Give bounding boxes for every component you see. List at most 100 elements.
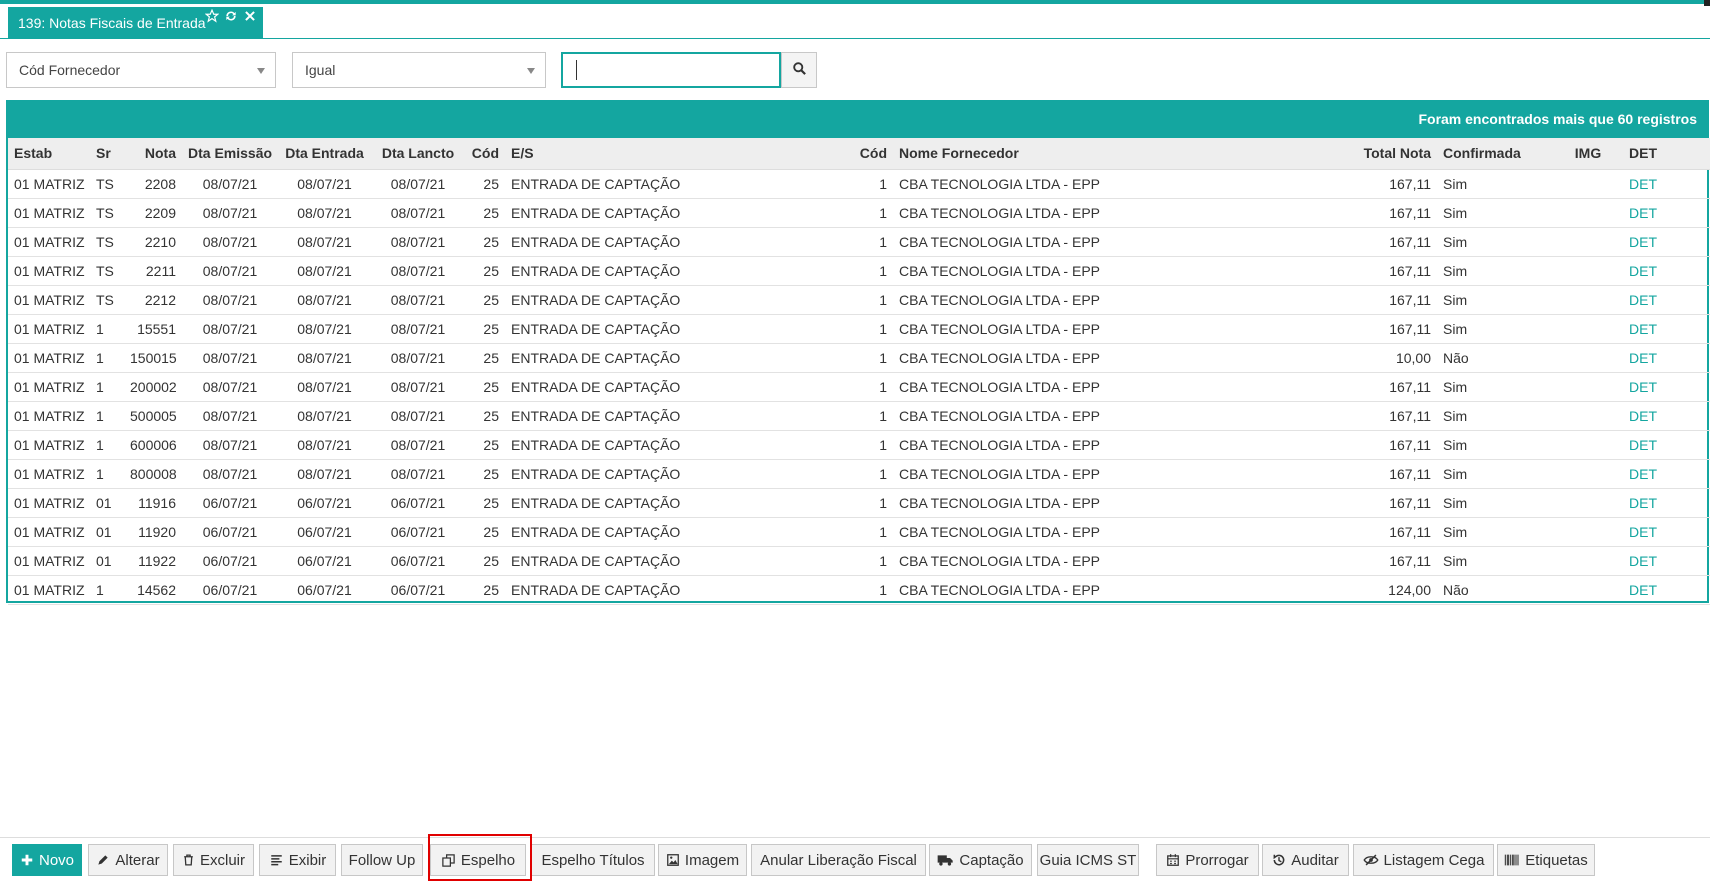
col-header-dta-lancto[interactable]: Dta Lancto [371,138,465,170]
filter-operator-value: Igual [305,62,336,78]
cell-dta-emissao: 06/07/21 [182,488,278,518]
cell-total-nota: 167,11 [1341,430,1437,460]
cell-img [1553,227,1623,257]
cell-total-nota: 167,11 [1341,169,1437,199]
col-header-nome-fornecedor[interactable]: Nome Fornecedor [893,138,1341,170]
table-row[interactable]: 01 MATRIZ 01 11922 06/07/21 06/07/21 06/07/21… [8,546,1710,576]
cell-det[interactable]: DET [1623,227,1710,257]
cell-confirmada: Sim [1437,198,1553,228]
col-header-total-nota[interactable]: Total Nota [1341,138,1437,170]
follow-up-button[interactable]: Follow Up [341,844,423,876]
button-label: Follow Up [348,851,416,869]
cell-det[interactable]: DET [1623,430,1710,460]
image-icon [666,853,680,867]
col-header-cod-fornecedor[interactable]: Cód [839,138,893,170]
espelho-titulos-button[interactable]: Espelho Títulos [531,844,655,876]
col-header-es[interactable]: E/S [505,138,839,170]
table-row[interactable]: 01 MATRIZ 01 11916 06/07/21 06/07/21 06/07/21… [8,488,1710,518]
table-row[interactable]: 01 MATRIZ 1 800008 08/07/21 08/07/21 08/07/21… [8,459,1710,489]
cell-dta-emissao: 08/07/21 [182,285,278,315]
cell-det[interactable]: DET [1623,372,1710,402]
cell-img [1553,488,1623,518]
search-button[interactable] [781,52,817,88]
cell-dta-entrada: 08/07/21 [278,256,371,286]
prorrogar-button[interactable]: Prorrogar [1156,844,1259,876]
novo-button[interactable]: Novo [12,844,82,876]
table-row[interactable]: 01 MATRIZ 1 15551 08/07/21 08/07/21 08/07/21 2… [8,314,1710,344]
cell-cod-es: 25 [465,459,505,489]
table-row[interactable]: 01 MATRIZ TS 2212 08/07/21 08/07/21 08/07/21 2… [8,285,1710,315]
guia-icms-st-button[interactable]: Guia ICMS ST [1037,844,1139,876]
col-header-cod-es[interactable]: Cód [465,138,505,170]
cell-det[interactable]: DET [1623,401,1710,431]
close-icon[interactable] [243,9,257,23]
cell-det[interactable]: DET [1623,314,1710,344]
cell-es: ENTRADA DE CAPTAÇÃO [505,343,839,373]
cell-nota: 600006 [124,430,182,460]
imagem-button[interactable]: Imagem [658,844,747,876]
table-row[interactable]: 01 MATRIZ TS 2209 08/07/21 08/07/21 08/07/21 2… [8,198,1710,228]
refresh-icon[interactable] [224,9,238,23]
anular-liberacao-fiscal-button[interactable]: Anular Liberação Fiscal [751,844,926,876]
cell-dta-emissao: 08/07/21 [182,198,278,228]
cell-dta-emissao: 08/07/21 [182,343,278,373]
table-row[interactable]: 01 MATRIZ 1 200002 08/07/21 08/07/21 08/07/21… [8,372,1710,402]
col-header-sr[interactable]: Sr [90,138,124,170]
button-label: Listagem Cega [1383,851,1485,869]
cell-dta-entrada: 08/07/21 [278,285,371,315]
table-row[interactable]: 01 MATRIZ TS 2210 08/07/21 08/07/21 08/07/21 2… [8,227,1710,257]
table-row[interactable]: 01 MATRIZ 1 14562 06/07/21 06/07/21 06/07/21 2… [8,575,1710,605]
plus-icon [20,853,34,867]
cell-nome-fornecedor: CBA TECNOLOGIA LTDA - EPP [893,198,1341,228]
cell-det[interactable]: DET [1623,285,1710,315]
cell-det[interactable]: DET [1623,169,1710,199]
cell-det[interactable]: DET [1623,459,1710,489]
captacao-button[interactable]: Captação [929,844,1032,876]
alterar-button[interactable]: Alterar [88,844,168,876]
cell-nota: 14562 [124,575,182,605]
table-row[interactable]: 01 MATRIZ 01 11920 06/07/21 06/07/21 06/07/21… [8,517,1710,547]
cell-det[interactable]: DET [1623,488,1710,518]
cell-det[interactable]: DET [1623,343,1710,373]
cell-cod-fornecedor: 1 [839,401,893,431]
cell-det[interactable]: DET [1623,256,1710,286]
cell-det[interactable]: DET [1623,517,1710,547]
col-header-confirmada[interactable]: Confirmada [1437,138,1553,170]
col-header-dta-entrada[interactable]: Dta Entrada [278,138,371,170]
cell-confirmada: Sim [1437,227,1553,257]
excluir-button[interactable]: Excluir [173,844,254,876]
col-header-dta-emissao[interactable]: Dta Emissão [182,138,278,170]
tab-notas-fiscais-entrada[interactable]: 139: Notas Fiscais de Entrada [8,7,263,39]
cell-estab: 01 MATRIZ [8,198,90,228]
etiquetas-button[interactable]: Etiquetas [1497,844,1595,876]
cell-nota: 800008 [124,459,182,489]
cell-dta-entrada: 08/07/21 [278,372,371,402]
cell-nome-fornecedor: CBA TECNOLOGIA LTDA - EPP [893,401,1341,431]
cell-det[interactable]: DET [1623,575,1710,605]
cell-sr: 1 [90,314,124,344]
col-header-img[interactable]: IMG [1553,138,1623,170]
filter-operator-select[interactable]: Igual [292,52,546,88]
col-header-estab[interactable]: Estab [8,138,90,170]
cell-dta-emissao: 08/07/21 [182,372,278,402]
table-row[interactable]: 01 MATRIZ TS 2211 08/07/21 08/07/21 08/07/21 2… [8,256,1710,286]
cell-es: ENTRADA DE CAPTAÇÃO [505,372,839,402]
table-row[interactable]: 01 MATRIZ 1 600006 08/07/21 08/07/21 08/07/21… [8,430,1710,460]
star-icon[interactable] [205,9,219,23]
filter-field-select[interactable]: Cód Fornecedor [6,52,276,88]
col-header-det[interactable]: DET [1623,138,1710,170]
exibir-button[interactable]: Exibir [259,844,336,876]
table-row[interactable]: 01 MATRIZ 1 500005 08/07/21 08/07/21 08/07/21… [8,401,1710,431]
cell-nota: 2210 [124,227,182,257]
table-row[interactable]: 01 MATRIZ 1 150015 08/07/21 08/07/21 08/07/21… [8,343,1710,373]
col-header-nota[interactable]: Nota [124,138,182,170]
cell-nome-fornecedor: CBA TECNOLOGIA LTDA - EPP [893,459,1341,489]
search-input[interactable] [561,52,781,88]
cell-det[interactable]: DET [1623,546,1710,576]
listagem-cega-button[interactable]: Listagem Cega [1353,844,1494,876]
auditar-button[interactable]: Auditar [1262,844,1349,876]
chevron-down-icon [257,68,265,74]
cell-nome-fornecedor: CBA TECNOLOGIA LTDA - EPP [893,285,1341,315]
table-row[interactable]: 01 MATRIZ TS 2208 08/07/21 08/07/21 08/07/21 2… [8,169,1710,199]
cell-det[interactable]: DET [1623,198,1710,228]
